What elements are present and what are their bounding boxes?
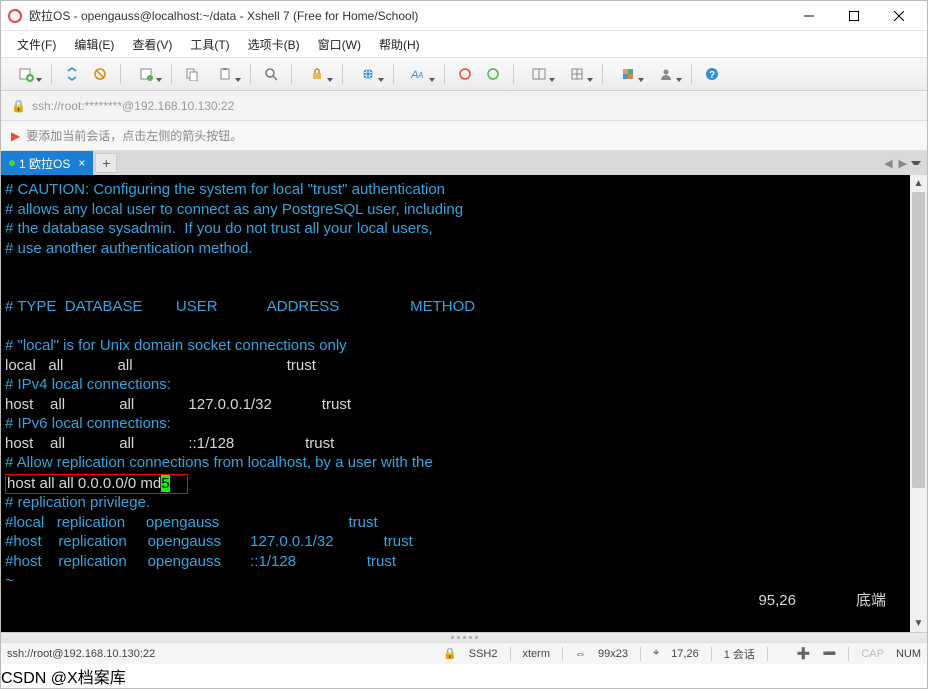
tab-prev-button[interactable]: ◀ [882,157,894,170]
cursor: 5 [161,475,169,492]
copy-button[interactable] [180,62,204,86]
close-button[interactable] [876,2,921,30]
tab-bar: 1 欧拉OS × + ◀ ▶ [1,151,927,175]
status-sessions: 1 会话 [724,646,755,662]
scroll-track[interactable] [910,192,927,615]
address-bar[interactable]: 🔒 ssh://root:********@192.168.10.130:22 [1,91,927,121]
user-button[interactable] [649,62,683,86]
encoding-button[interactable] [560,62,594,86]
paste-button[interactable] [208,62,242,86]
edited-line-highlight: host all all 0.0.0.0/0 md5 [5,474,188,495]
session-tab[interactable]: 1 欧拉OS × [1,151,93,175]
minimize-button[interactable] [786,2,831,30]
properties-button[interactable] [129,62,163,86]
script-button[interactable] [453,62,477,86]
add-tab-button[interactable]: + [95,153,117,173]
font-button[interactable]: AA [402,62,436,86]
scroll-thumb[interactable] [912,192,925,488]
status-connection: ssh://root@192.168.10.130:22 [7,648,155,660]
scroll-down-button[interactable]: ▼ [910,615,927,632]
lock-button[interactable] [300,62,334,86]
menu-tabs[interactable]: 选项卡(B) [242,34,306,55]
tab-list-dropdown[interactable] [911,161,921,165]
maximize-button[interactable] [831,2,876,30]
menu-view[interactable]: 查看(V) [126,34,178,55]
tab-next-button[interactable]: ▶ [897,157,909,170]
minus-icon[interactable]: ➖ [823,647,837,660]
status-protocol: SSH2 [469,648,498,660]
terminal-wrap: # CAUTION: Configuring the system for lo… [1,175,927,632]
tab-label: 1 欧拉OS [19,155,70,172]
help-button[interactable]: ? [700,62,724,86]
lock-status-icon: 🔒 [443,647,457,660]
layout-button[interactable] [522,62,556,86]
scrollbar[interactable]: ▲ ▼ [910,175,927,632]
watermark: CSDN @X档案库 [1,664,927,688]
hint-bar: ▶ 要添加当前会话，点击左侧的箭头按钮。 [1,121,927,151]
status-cursor: 17,26 [671,648,699,660]
window-title: 欧拉OS - opengauss@localhost:~/data - Xshe… [29,7,786,24]
status-num: NUM [896,648,921,660]
vim-position: 95,26 [758,592,796,611]
status-dot-icon [9,160,15,166]
status-termtype: xterm [523,648,551,660]
toolbar: AA ? [1,57,927,91]
scroll-up-button[interactable]: ▲ [910,175,927,192]
tab-close-icon[interactable]: × [78,156,85,170]
status-bar: ssh://root@192.168.10.130:22 🔒 SSH2 xter… [1,642,927,664]
menu-edit[interactable]: 编辑(E) [68,34,120,55]
color-button[interactable] [611,62,645,86]
disconnect-button[interactable] [88,62,112,86]
globe-button[interactable] [351,62,385,86]
menubar: 文件(F) 编辑(E) 查看(V) 工具(T) 选项卡(B) 窗口(W) 帮助(… [1,31,927,57]
resize-grip[interactable] [1,632,927,642]
plus-icon[interactable]: ➕ [797,647,811,660]
status-size: 99x23 [598,648,628,660]
tab-nav: ◀ ▶ [882,151,927,175]
menu-tools[interactable]: 工具(T) [184,34,235,55]
size-icon: ⇔ [575,648,586,660]
vim-mode: 底端 [856,592,886,611]
cursor-icon: ⌖ [653,647,659,660]
menu-file[interactable]: 文件(F) [11,34,62,55]
menu-help[interactable]: 帮助(H) [373,34,426,55]
find-button[interactable] [259,62,283,86]
xftp-button[interactable] [481,62,505,86]
new-session-button[interactable] [9,62,43,86]
app-icon [7,8,23,24]
terminal[interactable]: # CAUTION: Configuring the system for lo… [1,175,910,632]
svg-text:A: A [417,71,423,80]
hint-text: 要添加当前会话，点击左侧的箭头按钮。 [26,127,242,144]
address-text: ssh://root:********@192.168.10.130:22 [32,99,234,113]
flag-icon: ▶ [11,129,20,143]
svg-text:?: ? [709,70,715,81]
titlebar: 欧拉OS - opengauss@localhost:~/data - Xshe… [1,1,927,31]
reconnect-button[interactable] [60,62,84,86]
status-cap: CAP [861,648,884,660]
menu-window[interactable]: 窗口(W) [312,34,367,55]
lock-icon: 🔒 [11,99,26,113]
